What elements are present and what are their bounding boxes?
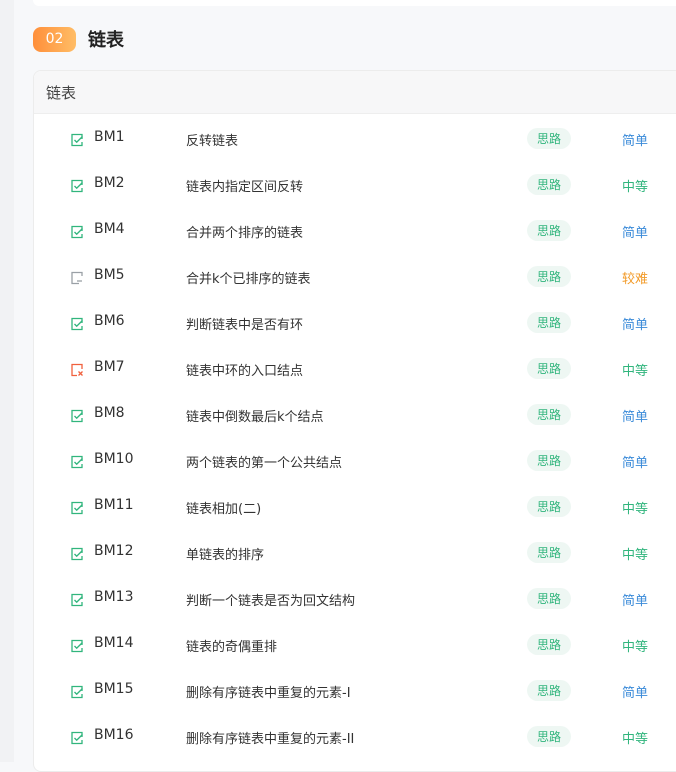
problem-list-card: 链表 BM1 反转链表 思路 简单 BM2 链表内指定区间反转 思路 中等 BM4 合并两个排序的…	[33, 70, 676, 772]
problem-title-link[interactable]: 链表中倒数最后k个结点	[186, 406, 324, 425]
idea-tag-button[interactable]: 思路	[527, 680, 571, 701]
problem-code: BM11	[94, 497, 134, 513]
section-header: 02 链表	[33, 25, 124, 53]
problem-title-link[interactable]: 链表的奇偶重排	[186, 636, 277, 655]
problem-row[interactable]: BM7 链表中环的入口结点 思路 中等	[34, 346, 676, 392]
card-header: 链表	[34, 71, 676, 114]
problem-title-link[interactable]: 链表中环的入口结点	[186, 360, 303, 379]
problem-code: BM2	[94, 175, 125, 191]
difficulty-label: 简单	[622, 686, 649, 701]
idea-tag-button[interactable]: 思路	[527, 634, 571, 655]
solved-check-icon	[70, 638, 84, 653]
difficulty-label: 中等	[622, 502, 649, 517]
idea-tag-button[interactable]: 思路	[527, 266, 571, 287]
idea-tag-button[interactable]: 思路	[527, 404, 571, 425]
solved-check-icon	[70, 316, 84, 331]
idea-tag-button[interactable]: 思路	[527, 174, 571, 195]
idea-tag-button[interactable]: 思路	[527, 588, 571, 609]
problem-row[interactable]: BM11 链表相加(二) 思路 中等	[34, 484, 676, 530]
problem-row[interactable]: BM14 链表的奇偶重排 思路 中等	[34, 622, 676, 668]
idea-tag-button[interactable]: 思路	[527, 128, 571, 149]
difficulty-label: 中等	[622, 548, 649, 563]
problem-title-link[interactable]: 删除有序链表中重复的元素-I	[186, 682, 351, 701]
problem-title-link[interactable]: 单链表的排序	[186, 544, 264, 563]
difficulty-label: 简单	[622, 134, 649, 149]
difficulty-label: 中等	[622, 364, 649, 379]
left-sidebar-edge	[0, 0, 14, 762]
solved-check-icon	[70, 178, 84, 193]
problem-title-link[interactable]: 两个链表的第一个公共结点	[186, 452, 342, 471]
idea-tag-button[interactable]: 思路	[527, 496, 571, 517]
idea-tag-button[interactable]: 思路	[527, 542, 571, 563]
problem-code: BM14	[94, 635, 134, 651]
problem-row[interactable]: BM5 合并k个已排序的链表 思路 较难	[34, 254, 676, 300]
difficulty-label: 简单	[622, 226, 649, 241]
section-number-badge: 02	[33, 26, 76, 52]
problem-row[interactable]: BM6 判断链表中是否有环 思路 简单	[34, 300, 676, 346]
problem-row[interactable]: BM4 合并两个排序的链表 思路 简单	[34, 208, 676, 254]
solved-check-icon	[70, 408, 84, 423]
difficulty-label: 中等	[622, 640, 649, 655]
solved-check-icon	[70, 454, 84, 469]
solved-check-icon	[70, 546, 84, 561]
problem-code: BM16	[94, 727, 134, 743]
problem-row[interactable]: BM13 判断一个链表是否为回文结构 思路 简单	[34, 576, 676, 622]
difficulty-label: 简单	[622, 410, 649, 425]
solved-check-icon	[70, 224, 84, 239]
solved-check-icon	[70, 684, 84, 699]
idea-tag-button[interactable]: 思路	[527, 726, 571, 747]
unsolved-note-icon	[70, 270, 84, 285]
idea-tag-button[interactable]: 思路	[527, 312, 571, 333]
difficulty-label: 简单	[622, 318, 649, 333]
problem-row[interactable]: BM8 链表中倒数最后k个结点 思路 简单	[34, 392, 676, 438]
previous-section-card	[33, 0, 676, 6]
idea-tag-button[interactable]: 思路	[527, 450, 571, 471]
problem-row[interactable]: BM12 单链表的排序 思路 中等	[34, 530, 676, 576]
problem-title-link[interactable]: 合并k个已排序的链表	[186, 268, 311, 287]
difficulty-label: 中等	[622, 732, 649, 747]
problem-code: BM5	[94, 267, 125, 283]
problem-code: BM4	[94, 221, 125, 237]
error-note-icon	[70, 362, 84, 377]
idea-tag-button[interactable]: 思路	[527, 358, 571, 379]
solved-check-icon	[70, 730, 84, 745]
problem-code: BM7	[94, 359, 125, 375]
problem-code: BM12	[94, 543, 134, 559]
problem-title-link[interactable]: 删除有序链表中重复的元素-II	[186, 728, 354, 747]
problem-code: BM8	[94, 405, 125, 421]
problem-code: BM1	[94, 129, 125, 145]
difficulty-label: 较难	[622, 272, 649, 287]
difficulty-label: 简单	[622, 594, 649, 609]
problem-title-link[interactable]: 反转链表	[186, 130, 238, 149]
problem-row[interactable]: BM2 链表内指定区间反转 思路 中等	[34, 162, 676, 208]
problem-title-link[interactable]: 判断链表中是否有环	[186, 314, 303, 333]
idea-tag-button[interactable]: 思路	[527, 220, 571, 241]
problem-title-link[interactable]: 合并两个排序的链表	[186, 222, 303, 241]
solved-check-icon	[70, 500, 84, 515]
problem-row[interactable]: BM16 删除有序链表中重复的元素-II 思路 中等	[34, 714, 676, 760]
problem-row[interactable]: BM15 删除有序链表中重复的元素-I 思路 简单	[34, 668, 676, 714]
difficulty-label: 简单	[622, 456, 649, 471]
problem-row[interactable]: BM10 两个链表的第一个公共结点 思路 简单	[34, 438, 676, 484]
problem-code: BM10	[94, 451, 134, 467]
problem-code: BM6	[94, 313, 125, 329]
problem-title-link[interactable]: 链表内指定区间反转	[186, 176, 303, 195]
problem-row[interactable]: BM1 反转链表 思路 简单	[34, 116, 676, 162]
solved-check-icon	[70, 592, 84, 607]
problem-code: BM15	[94, 681, 134, 697]
problem-title-link[interactable]: 链表相加(二)	[186, 498, 261, 517]
section-title: 链表	[88, 30, 124, 51]
problem-code: BM13	[94, 589, 134, 605]
problem-title-link[interactable]: 判断一个链表是否为回文结构	[186, 590, 355, 609]
difficulty-label: 中等	[622, 180, 649, 195]
solved-check-icon	[70, 132, 84, 147]
